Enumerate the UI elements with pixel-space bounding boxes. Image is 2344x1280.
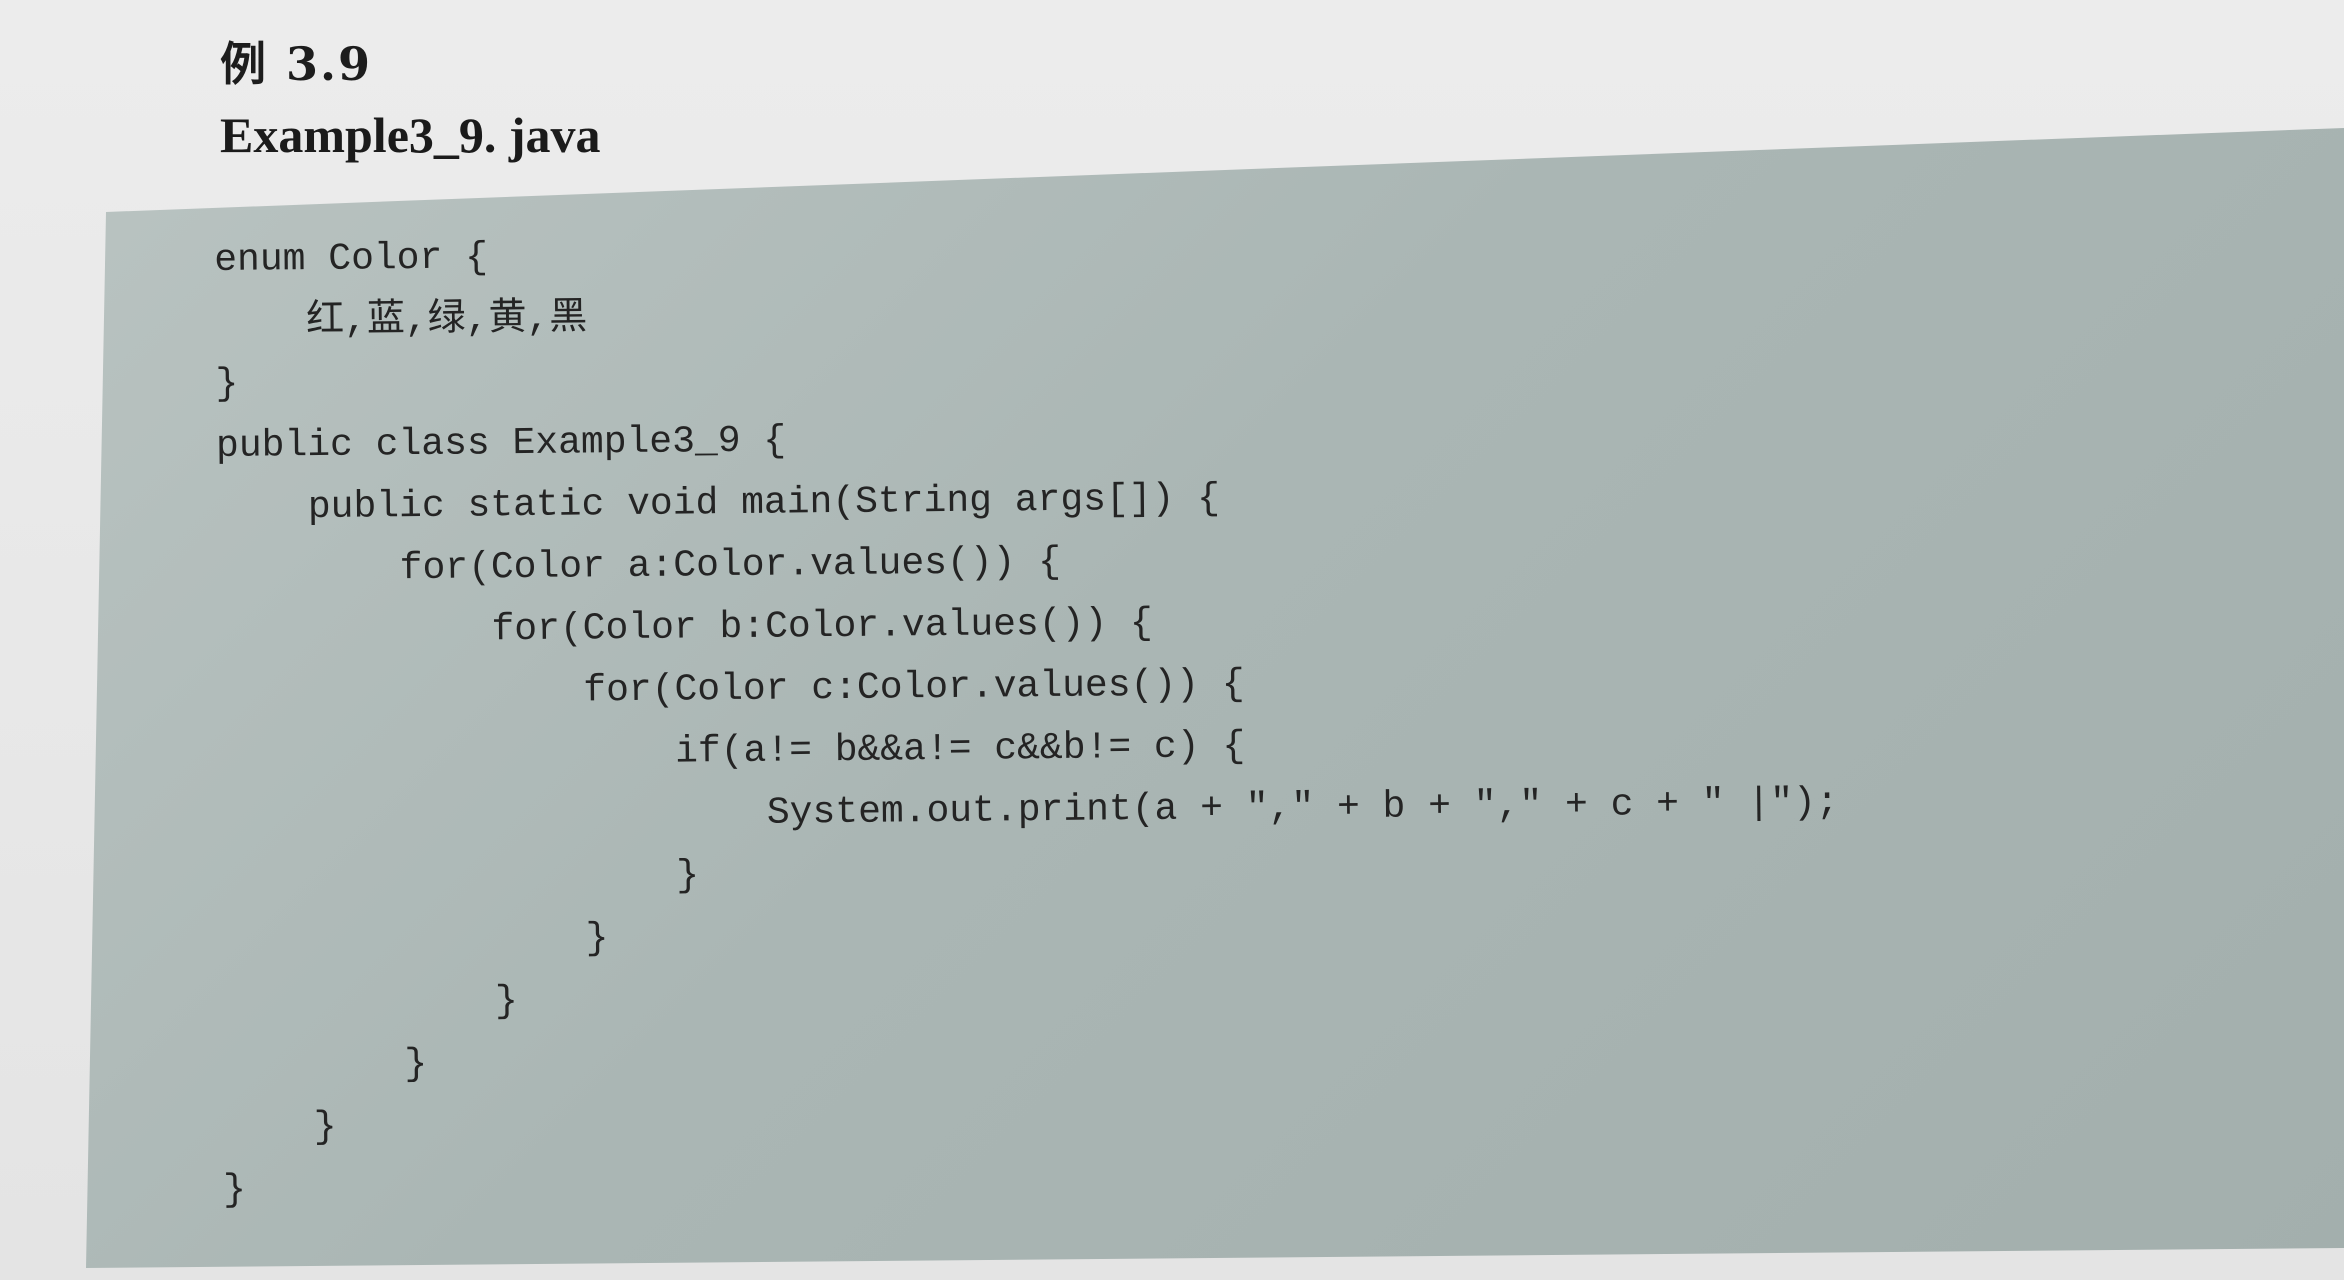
code-block: enum Color { 红,蓝,绿,黄,黑} public class Exam… [214, 214, 1843, 1221]
file-name: Example3_9. java [220, 107, 601, 163]
example-number: 例 3.9 [220, 37, 373, 91]
textbook-page: 例 3.9 Example3_9. java enum Color { 红,蓝,… [0, 0, 2344, 1280]
